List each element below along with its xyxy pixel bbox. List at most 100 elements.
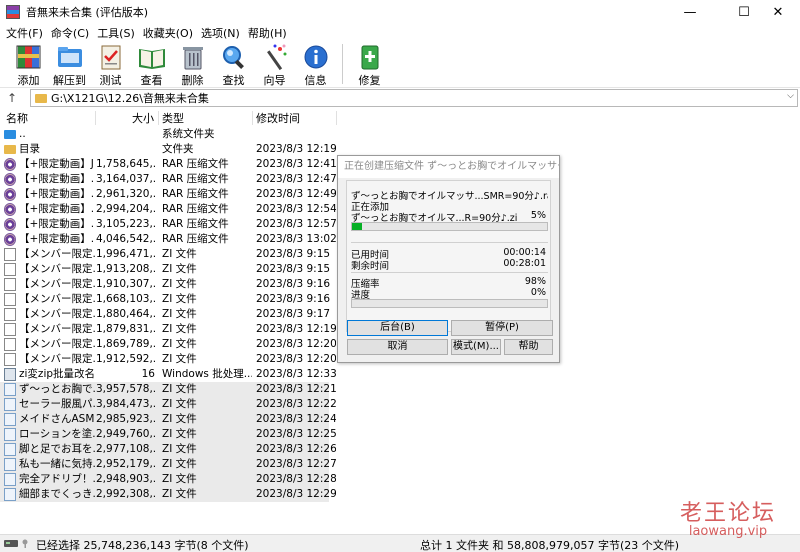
file-size: 16 — [141, 368, 155, 380]
column-header-size[interactable]: 大小 — [96, 109, 154, 126]
minimize-button[interactable]: — — [668, 0, 712, 24]
file-row[interactable]: zi変zip批量改名... 16 Windows 批处理... 2023/8/3 12… — [0, 367, 800, 382]
menu-help[interactable]: 帮助(H) — [244, 25, 291, 41]
cancel-button[interactable]: 取消 — [347, 339, 448, 355]
file-size: 2,977,108,... — [96, 443, 155, 455]
file-type: ZI 文件 — [162, 338, 197, 350]
file-name: 【メンバー限定... — [19, 323, 95, 335]
file-modified: 2023/8/3 12:57 — [256, 218, 336, 230]
file-type: ZI 文件 — [162, 323, 197, 335]
chevron-down-icon[interactable]: ⌵ — [787, 91, 794, 101]
file-type: ZI 文件 — [162, 413, 197, 425]
dialog-title[interactable]: 正在创建压缩文件 ず～っとお胸でオイルマッサー... — [338, 156, 559, 178]
file-row[interactable]: ローションを塗...2,949,760,... ZI 文件 2023/8/3 12:… — [0, 427, 800, 442]
zi-file-icon — [4, 428, 16, 441]
view-book-icon — [137, 43, 167, 71]
column-header-modified[interactable]: 修改时间 — [256, 109, 336, 126]
zi-file-icon — [4, 488, 16, 501]
info-button[interactable]: 信息 — [295, 41, 336, 87]
path-field[interactable]: G:\X121G\12.26\音無来未合集 ⌵ — [30, 89, 798, 107]
status-selection: 已经选择 25,748,236,143 字节(8 个文件) — [36, 539, 249, 552]
zi-file-icon — [4, 383, 16, 396]
magic-wand-icon — [260, 43, 290, 71]
help-button[interactable]: 帮助 — [504, 339, 553, 355]
column-divider[interactable] — [158, 111, 159, 125]
file-type: ZI 文件 — [162, 248, 197, 260]
file-name: 目录 — [19, 143, 40, 155]
mode-button[interactable]: 模式(M)... — [451, 339, 501, 355]
menu-options[interactable]: 选项(N) — [197, 25, 244, 41]
background-button[interactable]: 后台(B) — [347, 320, 448, 336]
folder-icon — [4, 145, 16, 154]
column-divider[interactable] — [252, 111, 253, 125]
wizard-button-label: 向导 — [263, 74, 286, 87]
file-type: Windows 批处理... — [162, 368, 252, 380]
menu-commands[interactable]: 命令(C) — [47, 25, 93, 41]
file-modified: 2023/8/3 12:49 — [256, 188, 336, 200]
document-icon — [4, 293, 16, 306]
file-modified: 2023/8/3 9:16 — [256, 293, 331, 305]
menu-favorites[interactable]: 收藏夹(O) — [139, 25, 197, 41]
menu-tools[interactable]: 工具(S) — [93, 25, 139, 41]
file-row[interactable]: 完全アドリブ！...2,948,903,... ZI 文件 2023/8/3 12:… — [0, 472, 800, 487]
zi-file-icon — [4, 398, 16, 411]
batch-file-icon — [4, 368, 16, 381]
file-row[interactable]: メイドさんASM...2,985,923,... ZI 文件 2023/8/3 12… — [0, 412, 800, 427]
document-icon — [4, 278, 16, 291]
file-type: ZI 文件 — [162, 308, 197, 320]
file-row[interactable]: ず～っとお胸で...3,957,578,... ZI 文件 2023/8/3 12:… — [0, 382, 800, 397]
file-modified: 2023/8/3 12:24 — [256, 413, 336, 425]
dialog-divider — [351, 242, 548, 243]
wizard-button[interactable]: 向导 — [254, 41, 295, 87]
file-modified: 2023/8/3 12:33 — [256, 368, 336, 380]
up-one-level-button[interactable]: ↑ — [0, 88, 24, 108]
file-row[interactable]: .. 系统文件夹 — [0, 127, 800, 142]
document-icon — [4, 308, 16, 321]
file-name: 【メンバー限定... — [19, 248, 95, 260]
find-button-label: 查找 — [222, 74, 245, 87]
file-size: 4,046,542,... — [96, 233, 155, 245]
column-divider[interactable] — [336, 111, 337, 125]
find-button[interactable]: 查找 — [213, 41, 254, 87]
status-total: 总计 1 文件夹 和 58,808,979,057 字节(23 个文件) — [420, 539, 680, 552]
file-type: ZI 文件 — [162, 353, 197, 365]
column-header-type[interactable]: 类型 — [162, 109, 252, 126]
test-button[interactable]: 测试 — [90, 41, 131, 87]
document-icon — [4, 323, 16, 336]
document-icon — [4, 263, 16, 276]
delete-button[interactable]: 删除 — [172, 41, 213, 87]
file-modified: 2023/8/3 12:26 — [256, 443, 336, 455]
extract-to-button[interactable]: 解压到 — [49, 41, 90, 87]
file-row[interactable]: 私も一緒に気持...2,952,179,... ZI 文件 2023/8/3 12:… — [0, 457, 800, 472]
file-modified: 2023/8/3 12:47 — [256, 173, 336, 185]
view-button[interactable]: 查看 — [131, 41, 172, 87]
column-header-name[interactable]: 名称 — [6, 109, 96, 126]
document-icon — [4, 338, 16, 351]
file-type: ZI 文件 — [162, 458, 197, 470]
file-name: .. — [19, 128, 26, 140]
watermark-title: 老王论坛 — [679, 501, 776, 526]
menu-bar: 文件(F) 命令(C) 工具(S) 收藏夹(O) 选项(N) 帮助(H) — [0, 24, 800, 41]
close-button[interactable]: ✕ — [756, 0, 800, 24]
address-bar: ↑ G:\X121G\12.26\音無来未合集 ⌵ — [0, 87, 800, 107]
menu-file[interactable]: 文件(F) — [2, 25, 47, 41]
rar-archive-icon — [4, 233, 16, 246]
pause-button[interactable]: 暂停(P) — [451, 320, 553, 336]
file-row[interactable]: 脚と足でお耳を...2,977,108,... ZI 文件 2023/8/3 12:… — [0, 442, 800, 457]
add-button[interactable]: 添加 — [8, 41, 49, 87]
repair-button[interactable]: 修复 — [349, 41, 390, 87]
file-name: 【+限定動画】... — [19, 173, 95, 185]
file-name: 【メンバー限定... — [19, 338, 95, 350]
rar-archive-icon — [4, 158, 16, 171]
file-size: 3,957,578,... — [96, 383, 155, 395]
trash-icon — [178, 43, 208, 71]
magnifier-icon — [219, 43, 249, 71]
file-size: 2,961,320,... — [96, 188, 155, 200]
file-size — [96, 127, 155, 142]
file-type: 文件夹 — [162, 143, 194, 155]
file-row[interactable]: セーラー服風パ...3,984,473,... ZI 文件 2023/8/3 12:… — [0, 397, 800, 412]
file-size: 1,758,645,... — [96, 158, 155, 170]
file-modified: 2023/8/3 12:22 — [256, 398, 336, 410]
file-modified: 2023/8/3 12:29 — [256, 488, 336, 500]
file-type: RAR 压缩文件 — [162, 218, 229, 230]
